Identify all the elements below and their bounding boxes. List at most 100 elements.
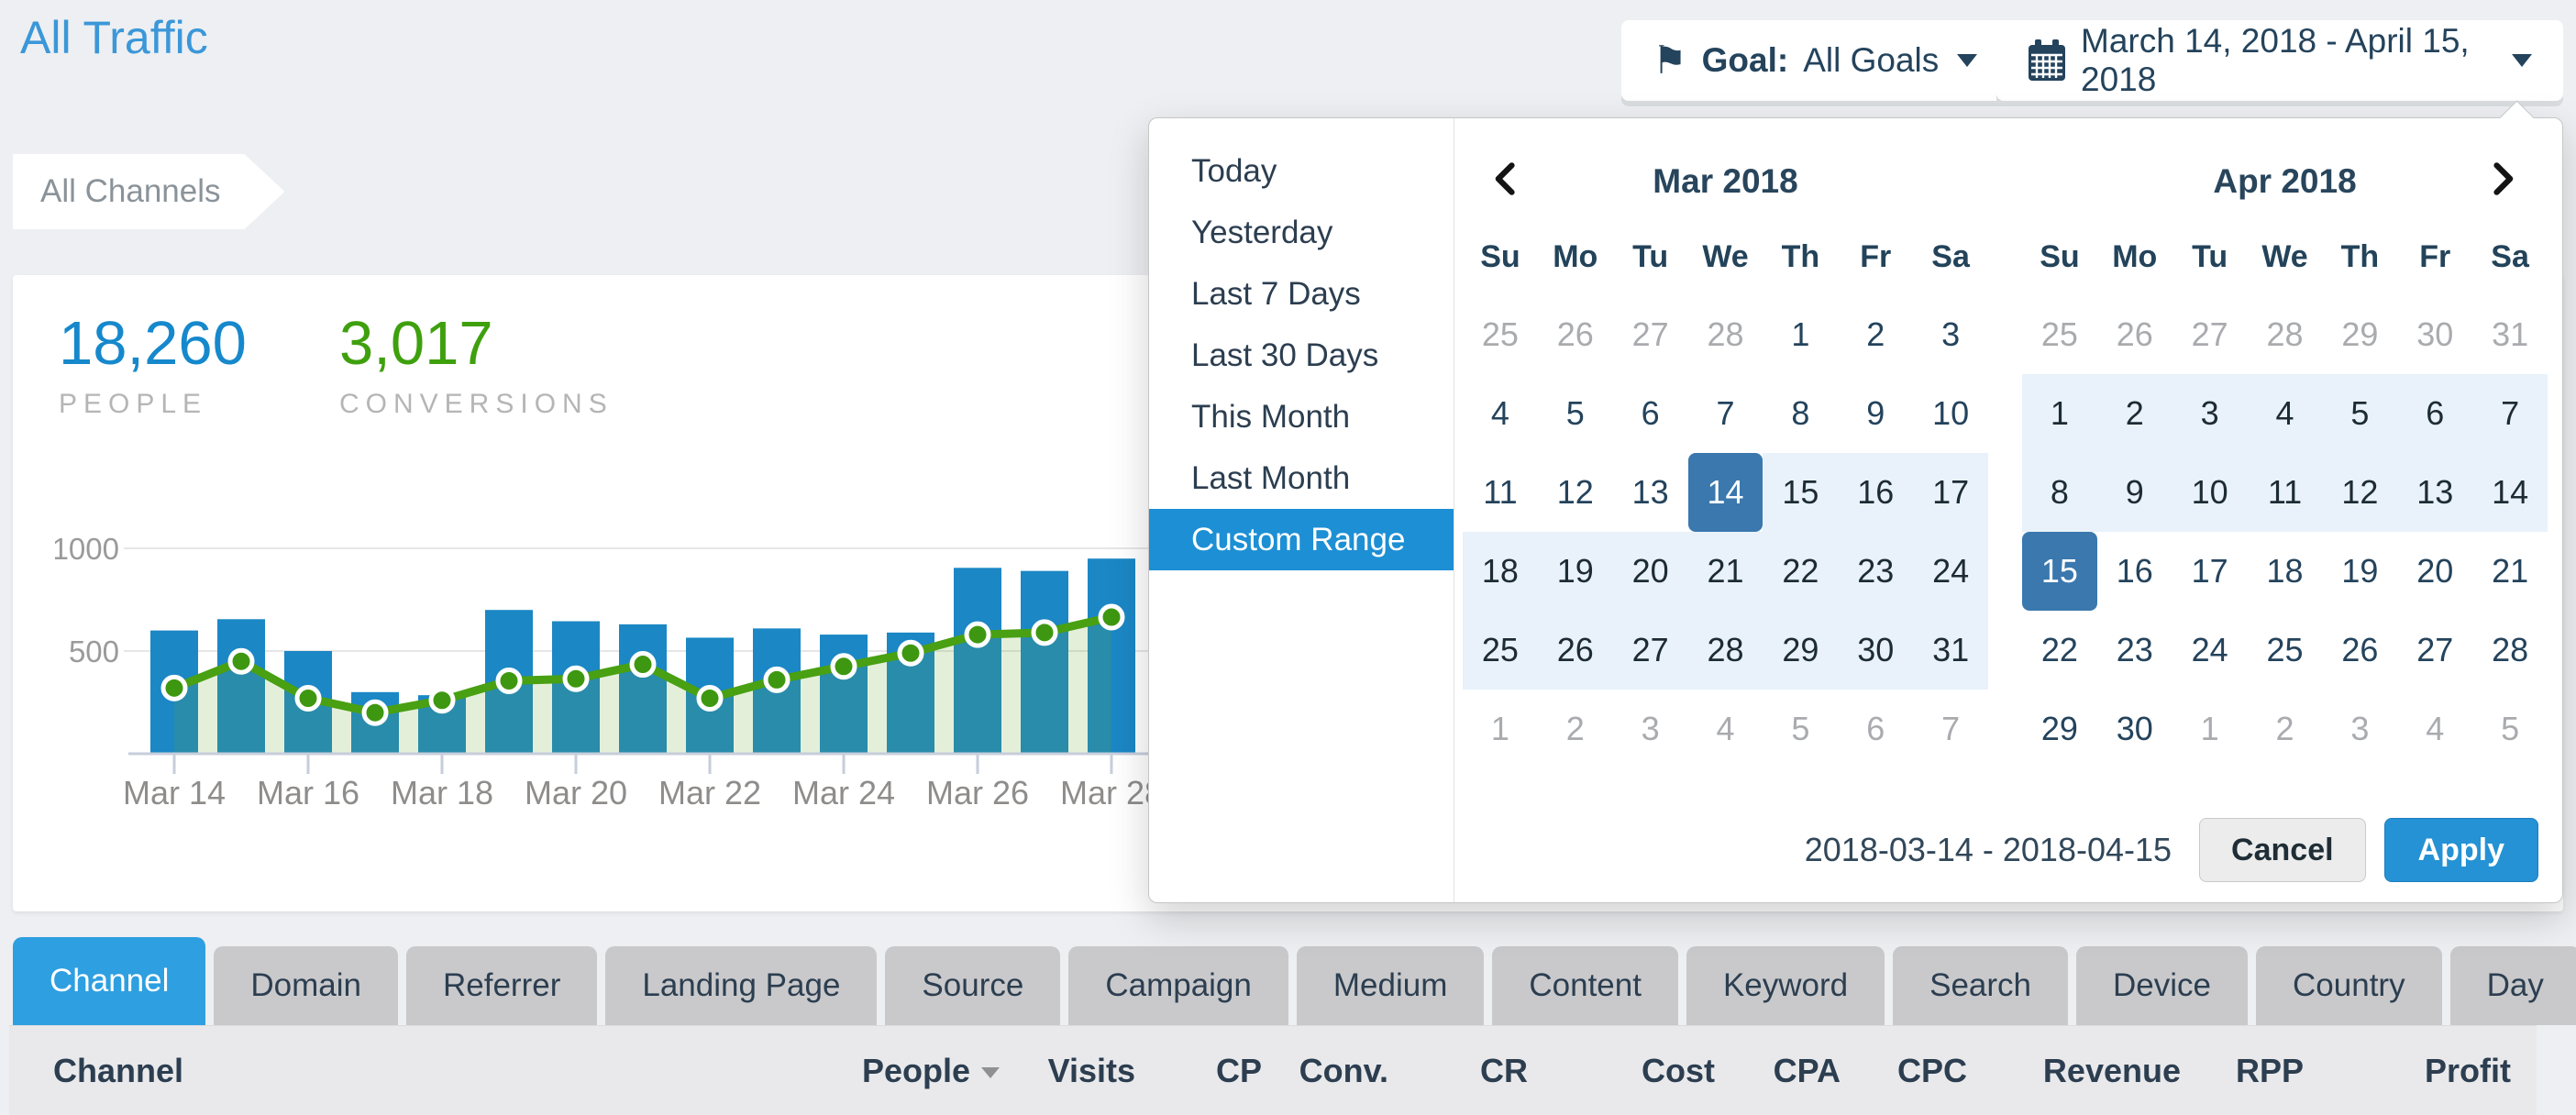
day-cell[interactable]: 31 — [1913, 611, 1988, 690]
day-cell[interactable]: 28 — [2248, 295, 2323, 374]
day-cell[interactable]: 6 — [2397, 374, 2472, 453]
day-cell[interactable]: 29 — [2022, 690, 2097, 768]
tab-source[interactable]: Source — [885, 946, 1060, 1025]
tab-country[interactable]: Country — [2256, 946, 2442, 1025]
day-cell[interactable]: 7 — [1913, 690, 1988, 768]
day-cell-selected[interactable]: 14 — [1688, 453, 1763, 532]
preset-last-30-days[interactable]: Last 30 Days — [1149, 325, 1454, 386]
tab-referrer[interactable]: Referrer — [406, 946, 597, 1025]
day-cell[interactable]: 1 — [2172, 690, 2248, 768]
day-cell[interactable]: 23 — [2097, 611, 2172, 690]
day-cell[interactable]: 23 — [1838, 532, 1913, 611]
day-cell[interactable]: 28 — [1688, 295, 1763, 374]
day-cell[interactable]: 30 — [2097, 690, 2172, 768]
apply-button[interactable]: Apply — [2384, 818, 2538, 882]
day-cell[interactable]: 4 — [1463, 374, 1538, 453]
day-cell[interactable]: 2 — [2248, 690, 2323, 768]
breadcrumb[interactable]: All Channels — [13, 154, 285, 229]
day-cell[interactable]: 26 — [2097, 295, 2172, 374]
day-cell[interactable]: 5 — [2322, 374, 2397, 453]
tab-device[interactable]: Device — [2076, 946, 2248, 1025]
tab-medium[interactable]: Medium — [1297, 946, 1484, 1025]
day-cell[interactable]: 13 — [2397, 453, 2472, 532]
day-cell[interactable]: 5 — [1763, 690, 1838, 768]
day-cell[interactable]: 7 — [1688, 374, 1763, 453]
day-cell[interactable]: 20 — [1613, 532, 1688, 611]
day-cell[interactable]: 29 — [1763, 611, 1838, 690]
day-cell[interactable]: 3 — [1613, 690, 1688, 768]
day-cell[interactable]: 28 — [2472, 611, 2548, 690]
preset-today[interactable]: Today — [1149, 140, 1454, 202]
day-cell[interactable]: 2 — [1838, 295, 1913, 374]
column-header-revenue[interactable]: Revenue — [1967, 1052, 2181, 1090]
tab-keyword[interactable]: Keyword — [1686, 946, 1885, 1025]
day-cell[interactable]: 3 — [1913, 295, 1988, 374]
cancel-button[interactable]: Cancel — [2199, 818, 2366, 882]
column-header-profit[interactable]: Profit — [2304, 1052, 2511, 1090]
tab-channel[interactable]: Channel — [13, 937, 205, 1025]
day-cell[interactable]: 6 — [1613, 374, 1688, 453]
tab-campaign[interactable]: Campaign — [1068, 946, 1288, 1025]
column-header-cpa[interactable]: CPA — [1715, 1052, 1841, 1090]
preset-last-month[interactable]: Last Month — [1149, 447, 1454, 509]
day-cell[interactable]: 16 — [1838, 453, 1913, 532]
day-cell[interactable]: 5 — [1538, 374, 1613, 453]
day-cell[interactable]: 25 — [2248, 611, 2323, 690]
preset-this-month[interactable]: This Month — [1149, 386, 1454, 447]
day-cell[interactable]: 15 — [1763, 453, 1838, 532]
day-cell[interactable]: 1 — [2022, 374, 2097, 453]
day-cell[interactable]: 10 — [1913, 374, 1988, 453]
day-cell[interactable]: 5 — [2472, 690, 2548, 768]
column-header-cpc[interactable]: CPC — [1841, 1052, 1967, 1090]
day-cell[interactable]: 14 — [2472, 453, 2548, 532]
day-cell[interactable]: 30 — [1838, 611, 1913, 690]
day-cell[interactable]: 22 — [1763, 532, 1838, 611]
column-header-cost[interactable]: Cost — [1528, 1052, 1715, 1090]
day-cell[interactable]: 25 — [1463, 295, 1538, 374]
preset-last-7-days[interactable]: Last 7 Days — [1149, 263, 1454, 325]
day-cell[interactable]: 18 — [2248, 532, 2323, 611]
day-cell[interactable]: 12 — [1538, 453, 1613, 532]
day-cell[interactable]: 6 — [1838, 690, 1913, 768]
day-cell[interactable]: 11 — [1463, 453, 1538, 532]
day-cell[interactable]: 31 — [2472, 295, 2548, 374]
column-header-rpp[interactable]: RPP — [2181, 1052, 2304, 1090]
day-cell[interactable]: 16 — [2097, 532, 2172, 611]
tab-domain[interactable]: Domain — [214, 946, 398, 1025]
day-cell[interactable]: 4 — [2248, 374, 2323, 453]
day-cell[interactable]: 28 — [1688, 611, 1763, 690]
day-cell[interactable]: 3 — [2322, 690, 2397, 768]
day-cell[interactable]: 8 — [2022, 453, 2097, 532]
day-cell[interactable]: 27 — [1613, 295, 1688, 374]
day-cell[interactable]: 4 — [2397, 690, 2472, 768]
day-cell[interactable]: 7 — [2472, 374, 2548, 453]
day-cell[interactable]: 24 — [2172, 611, 2248, 690]
day-cell[interactable]: 30 — [2397, 295, 2472, 374]
column-header-cr[interactable]: CR — [1388, 1052, 1528, 1090]
day-cell[interactable]: 19 — [1538, 532, 1613, 611]
day-cell[interactable]: 19 — [2322, 532, 2397, 611]
tab-day[interactable]: Day — [2450, 946, 2576, 1025]
day-cell[interactable]: 10 — [2172, 453, 2248, 532]
column-header-channel[interactable]: Channel — [9, 1052, 844, 1090]
tab-content[interactable]: Content — [1492, 946, 1678, 1025]
day-cell[interactable]: 24 — [1913, 532, 1988, 611]
tab-search[interactable]: Search — [1893, 946, 2068, 1025]
day-cell[interactable]: 26 — [1538, 295, 1613, 374]
day-cell[interactable]: 9 — [1838, 374, 1913, 453]
day-cell[interactable]: 29 — [2322, 295, 2397, 374]
day-cell[interactable]: 1 — [1763, 295, 1838, 374]
day-cell[interactable]: 25 — [1463, 611, 1538, 690]
preset-custom-range[interactable]: Custom Range — [1149, 509, 1454, 570]
day-cell[interactable]: 27 — [2172, 295, 2248, 374]
day-cell[interactable]: 12 — [2322, 453, 2397, 532]
column-header-visits[interactable]: Visits — [1000, 1052, 1135, 1090]
day-cell[interactable]: 13 — [1613, 453, 1688, 532]
day-cell[interactable]: 21 — [1688, 532, 1763, 611]
column-header-conv[interactable]: Conv. — [1262, 1052, 1388, 1090]
day-cell[interactable]: 9 — [2097, 453, 2172, 532]
tab-landing-page[interactable]: Landing Page — [605, 946, 877, 1025]
day-cell[interactable]: 21 — [2472, 532, 2548, 611]
goal-selector-button[interactable]: ⚑ Goal: All Goals — [1621, 20, 2008, 101]
day-cell[interactable]: 27 — [1613, 611, 1688, 690]
